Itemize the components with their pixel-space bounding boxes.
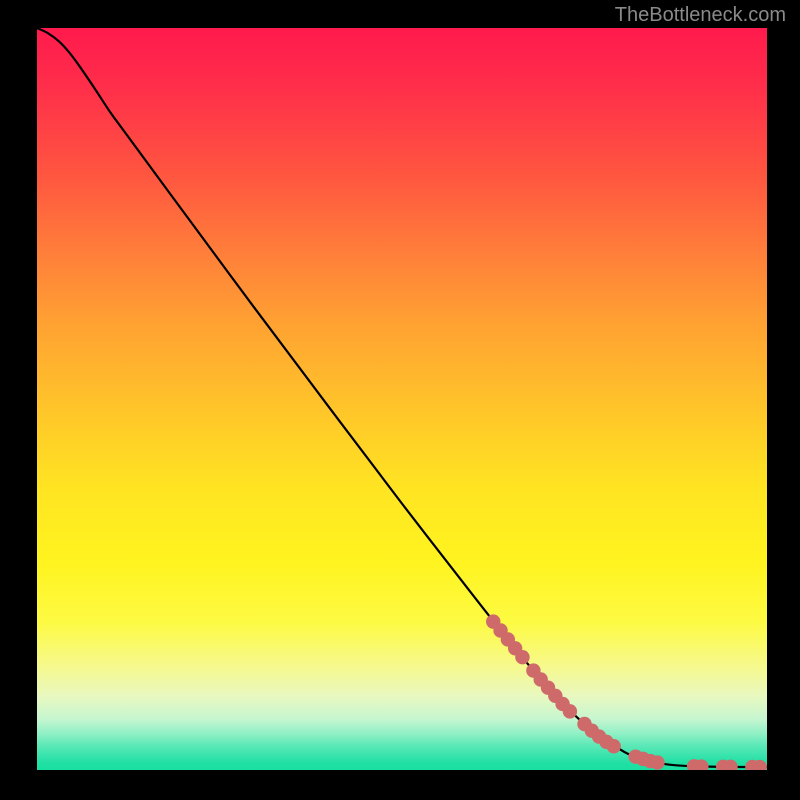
data-marker <box>563 704 577 718</box>
performance-curve <box>37 28 767 767</box>
data-marker <box>515 650 529 664</box>
stage: TheBottleneck.com <box>0 0 800 800</box>
data-markers <box>486 614 767 770</box>
data-marker <box>650 755 664 769</box>
plot-area <box>37 28 767 770</box>
attribution-text: TheBottleneck.com <box>615 4 786 27</box>
data-marker <box>607 739 621 753</box>
chart-overlay <box>37 28 767 770</box>
